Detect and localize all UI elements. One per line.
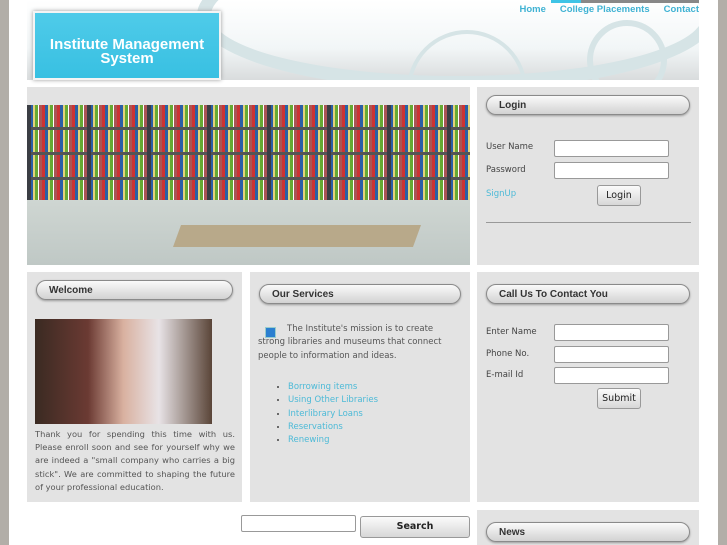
site-logo[interactable]: Institute Management System bbox=[33, 11, 221, 80]
nav-bar-accent bbox=[551, 0, 699, 3]
news-panel: News bbox=[477, 510, 699, 545]
welcome-text: Thank you for spending this time with us… bbox=[35, 429, 235, 492]
top-nav: Home College Placements Contact bbox=[519, 4, 699, 15]
services-title: Our Services bbox=[259, 284, 461, 304]
search-input[interactable] bbox=[241, 515, 356, 532]
name-label: Enter Name bbox=[486, 327, 537, 337]
nav-contact[interactable]: Contact bbox=[664, 4, 699, 15]
phone-label: Phone No. bbox=[486, 349, 530, 359]
login-title: Login bbox=[486, 95, 690, 115]
service-link[interactable]: Interlibrary Loans bbox=[288, 409, 363, 419]
library-banner-image bbox=[27, 87, 470, 265]
contact-title: Call Us To Contact You bbox=[486, 284, 690, 304]
divider bbox=[486, 222, 691, 223]
phone-input[interactable] bbox=[554, 346, 669, 363]
students-photo bbox=[35, 319, 212, 424]
login-button[interactable]: Login bbox=[597, 185, 641, 206]
nav-college-placements[interactable]: College Placements bbox=[560, 4, 650, 15]
service-link[interactable]: Reservations bbox=[288, 422, 343, 432]
services-list: Borrowing items Using Other Libraries In… bbox=[288, 381, 378, 447]
service-link[interactable]: Renewing bbox=[288, 435, 329, 445]
news-title: News bbox=[486, 522, 690, 542]
signup-link[interactable]: SignUp bbox=[486, 189, 516, 199]
bookshelves-image bbox=[27, 105, 470, 265]
contact-panel: Call Us To Contact You Enter Name Phone … bbox=[477, 272, 699, 502]
service-link[interactable]: Borrowing items bbox=[288, 382, 357, 392]
service-link[interactable]: Using Other Libraries bbox=[288, 395, 378, 405]
username-label: User Name bbox=[486, 142, 534, 152]
password-input[interactable] bbox=[554, 162, 669, 179]
nav-home[interactable]: Home bbox=[519, 4, 545, 15]
welcome-title: Welcome bbox=[36, 280, 233, 300]
welcome-panel: Welcome Thank you for spending this time… bbox=[27, 272, 242, 502]
services-intro: The Institute's mission is to create str… bbox=[258, 324, 442, 361]
search-button[interactable]: Search bbox=[360, 516, 470, 538]
password-label: Password bbox=[486, 165, 526, 175]
username-input[interactable] bbox=[554, 140, 669, 157]
login-panel: Login User Name Password SignUp Login bbox=[477, 87, 699, 265]
email-label: E-mail Id bbox=[486, 370, 524, 380]
name-input[interactable] bbox=[554, 324, 669, 341]
services-panel: Our Services The Institute's mission is … bbox=[250, 272, 470, 502]
email-input[interactable] bbox=[554, 367, 669, 384]
submit-button[interactable]: Submit bbox=[597, 388, 641, 409]
